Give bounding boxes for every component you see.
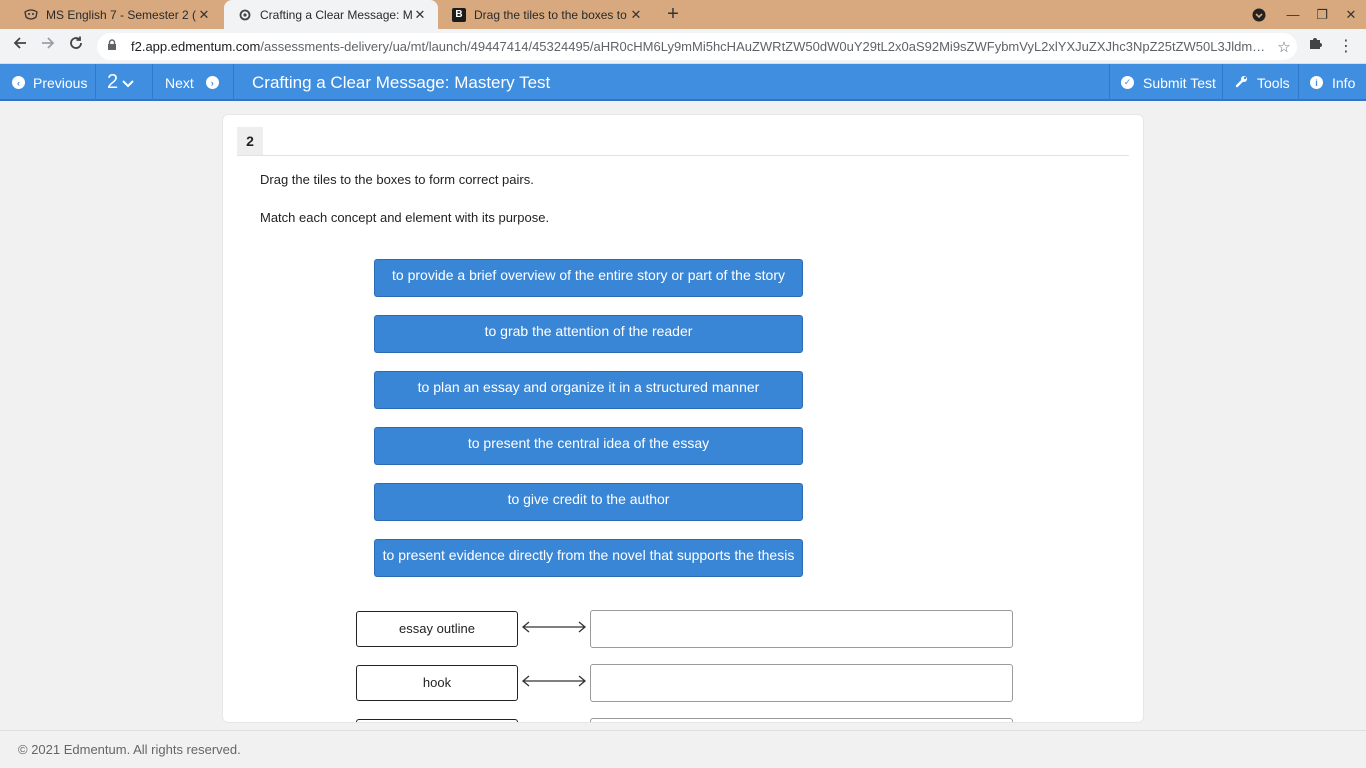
address-bar[interactable]: f2.app.edmentum.com /assessments-deliver… [97,33,1297,60]
double-arrow-icon [521,675,587,687]
info-label: Info [1332,74,1356,91]
forward-arrow-icon[interactable] [36,35,60,59]
test-title: Crafting a Clear Message: Mastery Test [252,72,551,92]
answer-tile[interactable]: to grab the attention of the reader [374,315,803,353]
chevron-right-icon: › [205,76,219,89]
copyright-text: © 2021 Edmentum. All rights reserved. [18,742,241,757]
question-instruction: Drag the tiles to the boxes to form corr… [260,172,534,187]
url-host: f2.app.edmentum.com [131,39,261,54]
question-prompt: Match each concept and element with its … [260,210,550,225]
extensions-puzzle-icon[interactable] [1304,35,1328,59]
question-card: 2 Drag the tiles to the boxes to form co… [222,114,1144,723]
question-selector[interactable]: 2 [107,64,134,101]
next-button[interactable]: Next › [165,64,219,101]
drop-target[interactable] [590,610,1013,648]
browser-tab-strip: MS English 7 - Semester 2 (Sec 2 ✕ Craft… [0,0,1366,29]
submit-test-button[interactable]: ✓ Submit Test [1121,64,1216,101]
close-icon[interactable]: ✕ [412,7,428,23]
check-circle-icon: ✓ [1121,76,1134,89]
answer-tile[interactable]: to provide a brief overview of the entir… [374,259,803,297]
browser-tab-brainly[interactable]: B Drag the tiles to the boxes to for ✕ [438,0,654,29]
tab-title: Drag the tiles to the boxes to for [474,7,628,22]
info-button[interactable]: i Info [1310,64,1355,101]
tab-search-icon[interactable] [1244,0,1274,29]
mask-icon [24,8,38,22]
answer-tile[interactable]: to give credit to the author [374,483,803,521]
answer-tile[interactable]: to present the central idea of the essay [374,427,803,465]
browser-tab-english[interactable]: MS English 7 - Semester 2 (Sec 2 ✕ [10,0,222,29]
lock-icon [107,39,121,54]
pair-term: hook [356,665,518,701]
drop-target[interactable] [590,664,1013,702]
browser-nav-bar: f2.app.edmentum.com /assessments-deliver… [0,29,1366,64]
assessment-toolbar: ‹ Previous 2 Next › Crafting a Clear Mes… [0,64,1366,101]
chevron-left-icon: ‹ [12,76,25,89]
wrench-icon [1235,75,1248,91]
browser-menu-icon[interactable]: ⋮ [1334,35,1358,59]
close-icon[interactable]: ✕ [628,7,644,23]
tab-title: Crafting a Clear Message: Maste [260,7,412,22]
minimize-icon[interactable]: — [1278,0,1308,29]
tools-button[interactable]: Tools [1235,64,1290,101]
url-path: /assessments-delivery/ua/mt/launch/49447… [260,39,1271,54]
drop-target[interactable] [590,718,1013,722]
tab-title: MS English 7 - Semester 2 (Sec 2 [46,7,196,22]
close-icon[interactable]: ✕ [196,7,212,23]
edmentum-icon [238,8,252,22]
previous-label: Previous [33,74,88,91]
page-footer: © 2021 Edmentum. All rights reserved. [0,730,1366,768]
window-close-icon[interactable]: ✕ [1336,0,1366,29]
next-label: Next [165,74,194,91]
info-icon: i [1310,76,1323,89]
browser-tab-crafting[interactable]: Crafting a Clear Message: Maste ✕ [224,0,438,29]
divider [237,155,1129,156]
bookmark-star-icon[interactable]: ☆ [1271,38,1297,56]
chevron-down-icon [122,71,134,94]
previous-button[interactable]: ‹ Previous [12,64,87,101]
double-arrow-icon [521,621,587,633]
brainly-icon: B [452,7,466,22]
pair-term [356,719,518,722]
question-number: 2 [107,71,119,93]
answer-tile[interactable]: to present evidence directly from the no… [374,539,803,577]
tools-label: Tools [1257,74,1290,91]
question-number-badge: 2 [237,127,263,155]
new-tab-button[interactable]: + [662,3,684,25]
restore-icon[interactable]: ❐ [1307,0,1337,29]
reload-icon[interactable] [64,35,88,59]
submit-label: Submit Test [1143,74,1216,91]
answer-tile[interactable]: to plan an essay and organize it in a st… [374,371,803,409]
back-arrow-icon[interactable] [8,35,32,59]
pair-term: essay outline [356,611,518,647]
